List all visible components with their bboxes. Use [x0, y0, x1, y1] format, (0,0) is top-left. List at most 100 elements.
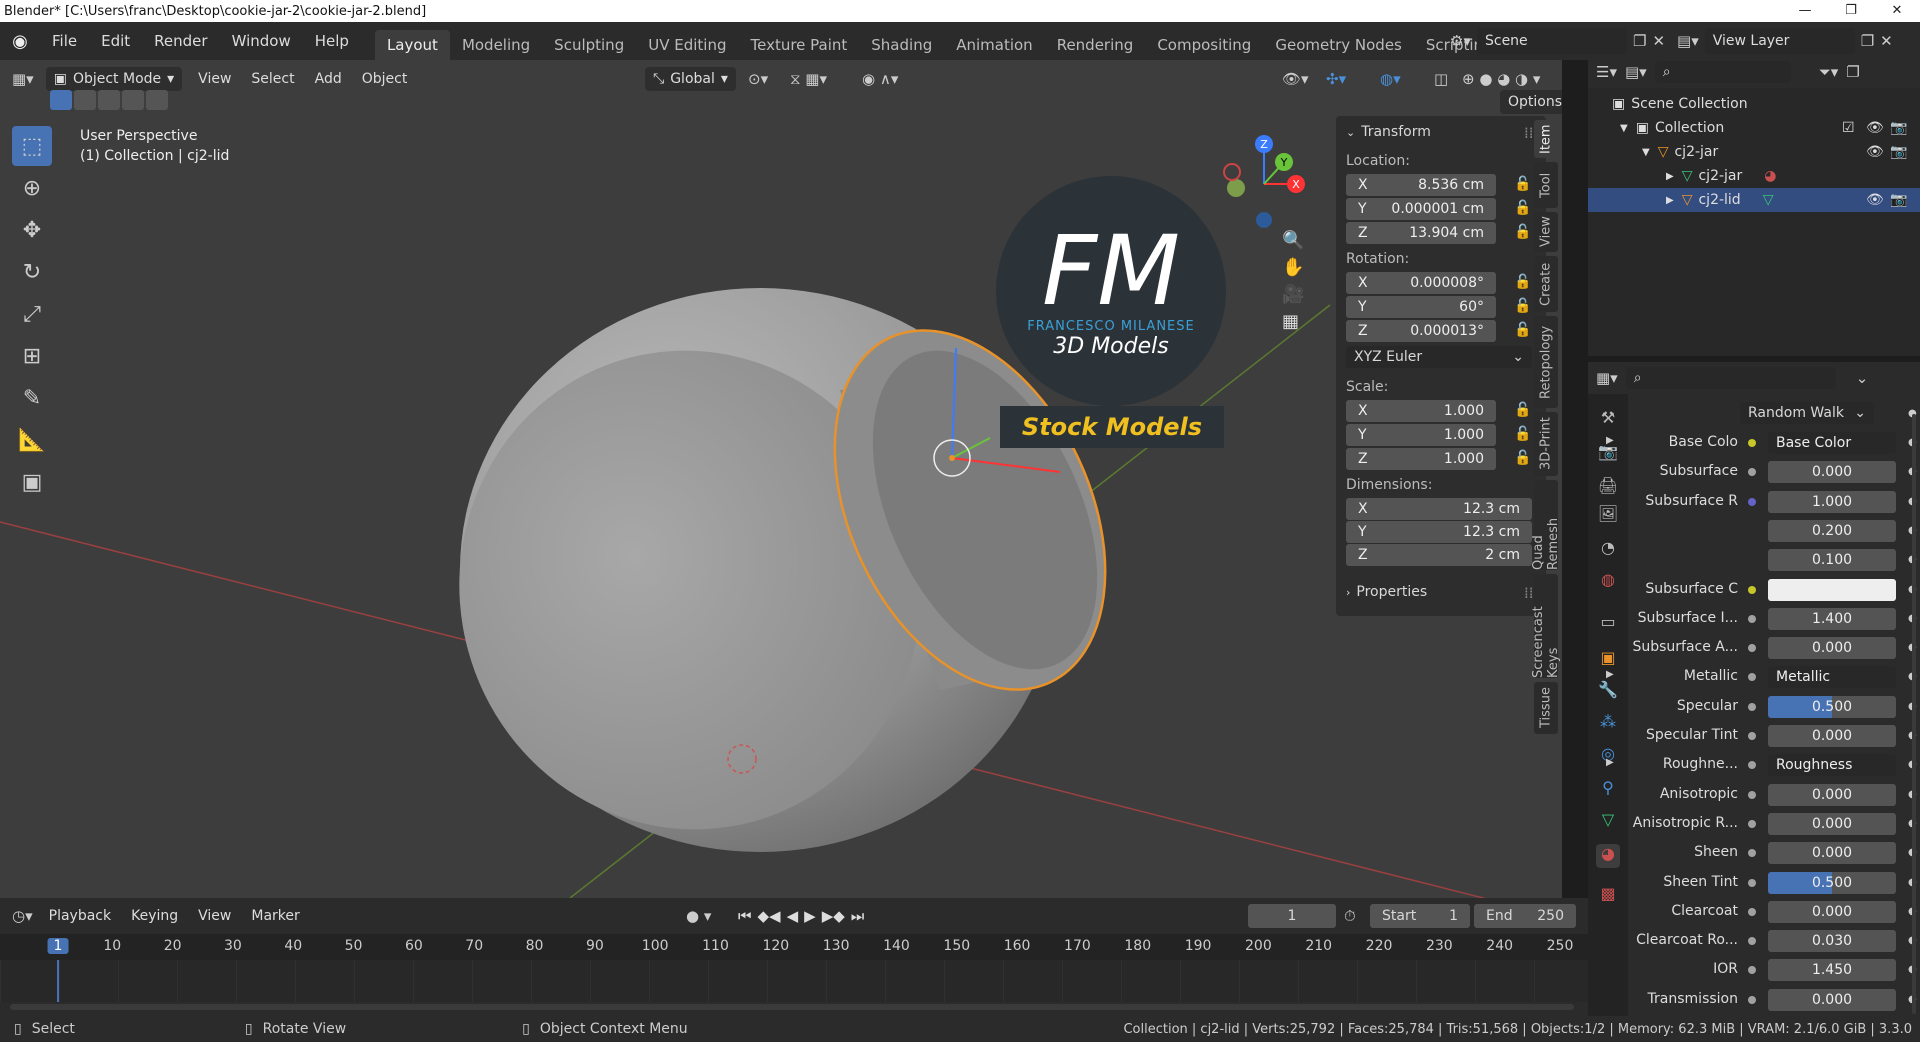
- rotation-y-field[interactable]: Y 60°: [1346, 296, 1496, 318]
- socket-dot-icon[interactable]: [1748, 732, 1756, 740]
- timeline-menu-view[interactable]: View: [188, 908, 241, 924]
- lock-icon[interactable]: 🔓: [1514, 450, 1531, 466]
- tab-modeling[interactable]: Modeling: [450, 30, 542, 60]
- navigation-gizmo[interactable]: Z X Y: [1212, 132, 1322, 242]
- eye-icon[interactable]: 👁: [1866, 192, 1884, 208]
- timeline-track-area[interactable]: [0, 960, 1588, 1002]
- view-layer-icon[interactable]: ▤▾: [1677, 32, 1699, 50]
- socket-dot-icon[interactable]: [1748, 849, 1756, 858]
- proportional-edit-icon[interactable]: ◉ ∧▾: [862, 70, 898, 88]
- prop-value-subsurface[interactable]: 0.000: [1768, 461, 1896, 484]
- socket-dot-icon[interactable]: [1748, 937, 1756, 946]
- outliner-object-cj2-jar[interactable]: ▼ ▽ cj2-jar 👁 📷: [1588, 140, 1920, 164]
- display-mode-icon[interactable]: ▤▾: [1625, 63, 1647, 81]
- viewport-menu-view[interactable]: View: [188, 71, 241, 87]
- socket-dot-icon[interactable]: [1748, 878, 1756, 887]
- pan-hand-icon[interactable]: ✋: [1282, 257, 1304, 278]
- lock-icon[interactable]: 🔓: [1514, 274, 1531, 290]
- close-button[interactable]: ✕: [1874, 0, 1920, 22]
- camera-icon[interactable]: 🎥: [1282, 284, 1304, 305]
- prop-value-subsurface-r[interactable]: 1.000: [1768, 490, 1896, 513]
- tab-texture-paint[interactable]: Texture Paint: [738, 30, 859, 60]
- zoom-icon[interactable]: 🔍: [1282, 230, 1304, 251]
- sidebar-tab-screencast-keys[interactable]: Screencast Keys: [1531, 574, 1561, 678]
- scale-tool-icon[interactable]: ⤢: [12, 294, 52, 334]
- next-keyframe-icon[interactable]: ▶◆: [822, 907, 845, 925]
- prop-value-clearcoat[interactable]: 0.000: [1768, 900, 1896, 923]
- mode-selector[interactable]: ▣ Object Mode ▾: [45, 67, 183, 91]
- timeline-editor-icon[interactable]: ◷▾: [12, 907, 33, 925]
- prop-value-sheen-tint[interactable]: 0.500: [1768, 871, 1896, 894]
- prop-value-sheen[interactable]: 0.000: [1768, 842, 1896, 865]
- delete-view-layer-icon[interactable]: ✕: [1880, 32, 1893, 50]
- checkbox-icon[interactable]: ☑: [1842, 120, 1855, 136]
- transform-tool-icon[interactable]: ⊞: [12, 336, 52, 376]
- eye-icon[interactable]: 👁: [1866, 120, 1884, 136]
- socket-dot-icon[interactable]: [1748, 907, 1756, 916]
- prop-value-subsurface-radius[interactable]: 0.200: [1768, 519, 1896, 542]
- jump-start-icon[interactable]: ⏮: [738, 907, 752, 925]
- prop-value-metallic[interactable]: Metallic: [1768, 666, 1896, 689]
- measure-tool-icon[interactable]: 📐: [12, 420, 52, 460]
- move-tool-icon[interactable]: ✥: [12, 210, 52, 250]
- timeline-menu-playback[interactable]: Playback: [39, 908, 121, 924]
- play-reverse-icon[interactable]: ◀: [787, 907, 799, 925]
- properties-subpanel[interactable]: › Properties: [1346, 584, 1427, 600]
- outliner-collection[interactable]: ▼ ▣ Collection ☑ 👁 📷: [1588, 116, 1920, 140]
- socket-dot-icon[interactable]: [1748, 644, 1756, 653]
- play-icon[interactable]: ▶: [804, 907, 816, 925]
- start-frame-field[interactable]: Start 1: [1370, 904, 1470, 928]
- jump-end-icon[interactable]: ⏭: [851, 907, 865, 925]
- snap-icon[interactable]: ⧖ ▦▾: [790, 70, 827, 88]
- outliner-scene-collection[interactable]: ▣ Scene Collection: [1588, 92, 1920, 116]
- viewport-scene[interactable]: [0, 60, 1562, 898]
- outliner-mesh-cj2-jar[interactable]: ▶ ▽ cj2-jar ◕: [1588, 164, 1920, 188]
- rotation-mode-dropdown[interactable]: XYZ Euler ⌄: [1346, 346, 1532, 368]
- expand-arrow-icon[interactable]: ▶: [1606, 757, 1614, 768]
- prop-value-subsurface-i[interactable]: 1.400: [1768, 607, 1896, 630]
- sidebar-tab-3d-print[interactable]: 3D-Print: [1534, 412, 1558, 476]
- visibility-icon[interactable]: 👁▾: [1282, 70, 1309, 88]
- tab-animation[interactable]: Animation: [944, 30, 1044, 60]
- grid-perspective-icon[interactable]: ▦: [1282, 311, 1304, 332]
- socket-dot-icon[interactable]: [1748, 995, 1756, 1004]
- properties-search-input[interactable]: ⌕: [1625, 367, 1836, 389]
- prop-value-ior[interactable]: 1.450: [1768, 959, 1896, 982]
- select-new-icon[interactable]: [50, 90, 72, 110]
- camera-icon[interactable]: 📷: [1890, 120, 1907, 136]
- prop-value-anisotropic-r[interactable]: 0.000: [1768, 812, 1896, 835]
- select-extend-icon[interactable]: [74, 90, 96, 110]
- view-layer-selector[interactable]: View Layer: [1704, 28, 1855, 54]
- location-z-field[interactable]: Z 13.904 cm: [1346, 222, 1496, 244]
- tab-sculpting[interactable]: Sculpting: [542, 30, 636, 60]
- cursor-tool-icon[interactable]: ⊕: [12, 168, 52, 208]
- socket-dot-icon[interactable]: [1748, 761, 1756, 770]
- scene-icon[interactable]: ⚙▾: [1450, 32, 1471, 50]
- options-button[interactable]: Options▾: [1500, 90, 1562, 114]
- tab-shading[interactable]: Shading: [859, 30, 944, 60]
- lock-icon[interactable]: 🔓: [1514, 322, 1531, 338]
- dimensions-x-field[interactable]: X 12.3 cm: [1346, 498, 1532, 520]
- material-icon[interactable]: ◕: [1764, 168, 1776, 184]
- socket-dot-icon[interactable]: [1748, 819, 1756, 828]
- new-view-layer-icon[interactable]: ❐: [1861, 32, 1874, 50]
- socket-dot-icon[interactable]: [1748, 790, 1756, 799]
- prop-value-specular-tint[interactable]: 0.000: [1768, 725, 1896, 747]
- menu-render[interactable]: Render: [142, 32, 219, 50]
- xray-icon[interactable]: ◫: [1434, 70, 1448, 88]
- blender-logo-icon[interactable]: ◉: [0, 31, 40, 52]
- prop-value-specular[interactable]: 0.500: [1768, 695, 1896, 718]
- viewport-menu-add[interactable]: Add: [305, 71, 352, 87]
- shading-modes-icon[interactable]: ⊕ ● ◕ ◑ ▾: [1462, 70, 1540, 88]
- drag-handle-icon[interactable]: ⁞⁞: [1524, 124, 1534, 142]
- lock-icon[interactable]: 🔓: [1514, 224, 1531, 240]
- add-cube-tool-icon[interactable]: ▣: [12, 462, 52, 502]
- properties-scrollbar[interactable]: [1912, 414, 1916, 1014]
- socket-dot-icon[interactable]: [1748, 585, 1756, 594]
- transform-header[interactable]: ⌄ Transform: [1346, 124, 1431, 140]
- scale-y-field[interactable]: Y 1.000: [1346, 424, 1496, 446]
- select-invert-icon[interactable]: [122, 90, 144, 110]
- lock-icon[interactable]: 🔓: [1514, 426, 1531, 442]
- delete-scene-icon[interactable]: ✕: [1652, 32, 1665, 50]
- expand-arrow-icon[interactable]: ▶: [1606, 669, 1614, 680]
